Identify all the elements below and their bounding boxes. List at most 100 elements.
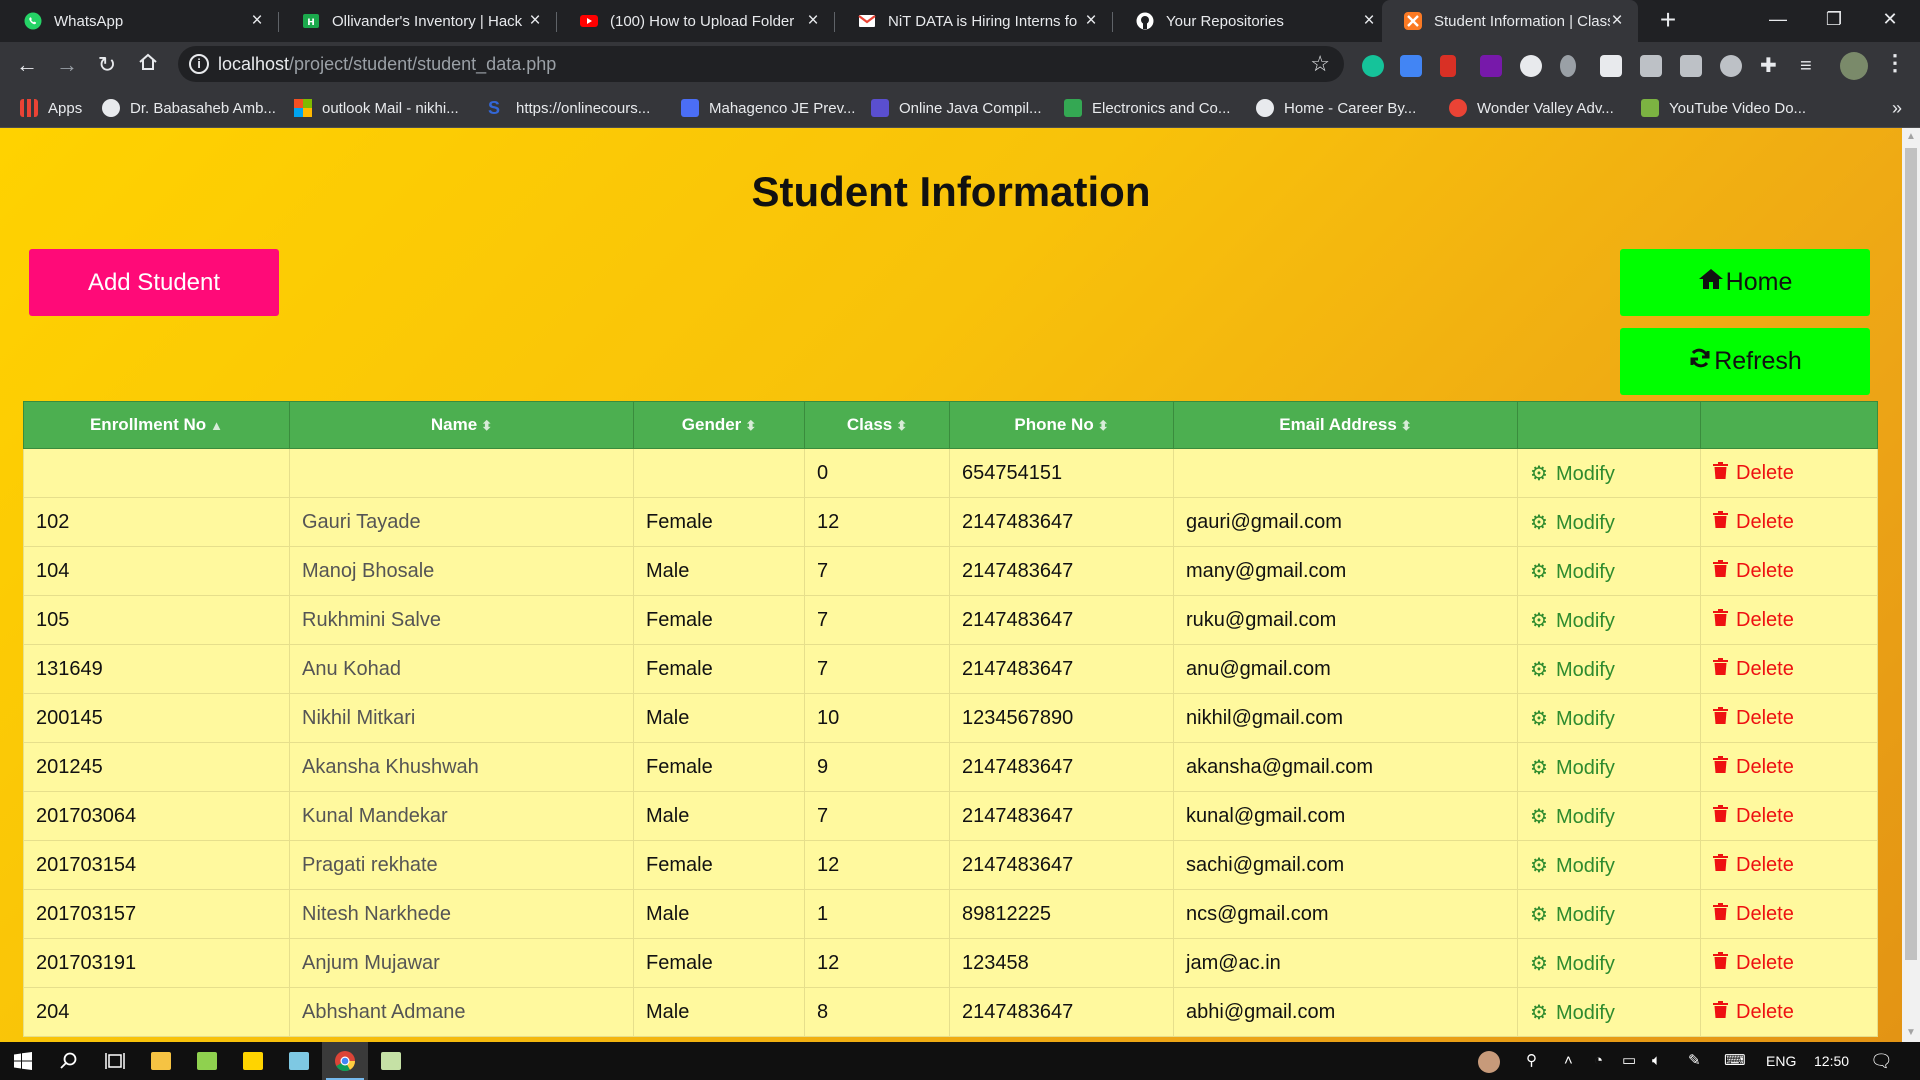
modify-link[interactable]: ⚙ Modify [1530, 708, 1615, 730]
photos-app-icon[interactable] [368, 1042, 414, 1080]
column-header-name[interactable]: Name ⬍ [289, 401, 634, 449]
bookmark-apps[interactable]: Apps [20, 88, 82, 128]
bookmark-java-compiler[interactable]: Online Java Compil... [871, 88, 1042, 128]
refresh-button[interactable]: Refresh [1620, 328, 1870, 395]
calendar-extension-icon[interactable] [1400, 55, 1422, 77]
delete-link[interactable]: Delete [1713, 559, 1794, 582]
tab-gmail[interactable]: NiT DATA is Hiring Interns fo × [834, 0, 1112, 42]
tab-github[interactable]: Your Repositories × [1112, 0, 1390, 42]
column-header-gender[interactable]: Gender ⬍ [633, 401, 805, 449]
modify-link[interactable]: ⚙ Modify [1530, 659, 1615, 681]
page-scrollbar[interactable]: ▲ ▼ [1902, 128, 1920, 1042]
speed-extension-icon[interactable] [1520, 55, 1542, 77]
restore-icon[interactable]: ❐ [1806, 0, 1862, 40]
delete-link[interactable]: Delete [1713, 951, 1794, 974]
modify-link[interactable]: ⚙ Modify [1530, 855, 1615, 877]
delete-link[interactable]: Delete [1713, 902, 1794, 925]
bookmark-star-icon[interactable]: ☆ [1310, 51, 1330, 77]
delete-link[interactable]: Delete [1713, 1000, 1794, 1023]
action-center-notification-icon[interactable]: 🗨︎ [1870, 1042, 1893, 1080]
tab-close-icon[interactable]: × [1082, 11, 1100, 30]
scroll-up-arrow-icon[interactable]: ▲ [1902, 128, 1920, 146]
tab-close-icon[interactable]: × [1360, 11, 1378, 30]
delete-link[interactable]: Delete [1713, 510, 1794, 533]
reload-icon[interactable]: ↻ [92, 50, 122, 80]
delete-link[interactable]: Delete [1713, 706, 1794, 729]
address-bar[interactable]: i localhost/project/student/student_data… [178, 46, 1344, 82]
bookmark-extension-icon[interactable] [1440, 55, 1456, 77]
bookmark-youtube-downloader[interactable]: YouTube Video Do... [1641, 88, 1806, 128]
home-button[interactable]: Home [1620, 249, 1870, 316]
input-language[interactable]: ENG [1766, 1042, 1796, 1080]
bookmark-mahagenco[interactable]: Mahagenco JE Prev... [681, 88, 855, 128]
windows-start-icon[interactable] [0, 1042, 46, 1080]
modify-link[interactable]: ⚙ Modify [1530, 561, 1615, 583]
file-explorer-icon[interactable] [138, 1042, 184, 1080]
people-icon[interactable]: ⚲ [1526, 1042, 1537, 1080]
more-bookmarks-icon[interactable]: » [1892, 98, 1902, 119]
tab-whatsapp[interactable]: WhatsApp × [0, 0, 278, 42]
sticky-notes-icon[interactable] [230, 1042, 276, 1080]
volume-icon[interactable]: 🔈︎ [1652, 1042, 1661, 1080]
bookmark-electronics[interactable]: Electronics and Co... [1064, 88, 1230, 128]
modify-link[interactable]: ⚙ Modify [1530, 463, 1615, 485]
browser-menu-icon[interactable]: ⋮ [1884, 52, 1906, 74]
modify-link[interactable]: ⚙ Modify [1530, 904, 1615, 926]
notepad-app-icon[interactable] [184, 1042, 230, 1080]
tab-youtube[interactable]: (100) How to Upload Folder × [556, 0, 834, 42]
pen-workspace-icon[interactable]: ✎ [1688, 1042, 1701, 1080]
user-avatar-icon[interactable] [1478, 1051, 1500, 1073]
tab-close-icon[interactable]: × [804, 11, 822, 30]
scrollbar-thumb[interactable] [1905, 148, 1917, 960]
modify-link[interactable]: ⚙ Modify [1530, 757, 1615, 779]
image-extension-icon[interactable] [1640, 55, 1662, 77]
tab-close-icon[interactable]: × [526, 11, 544, 30]
scroll-down-arrow-icon[interactable]: ▼ [1902, 1024, 1920, 1042]
task-view-icon[interactable] [92, 1042, 138, 1080]
delete-link[interactable]: Delete [1713, 853, 1794, 876]
bookmark-outlook[interactable]: outlook Mail - nikhi... [294, 88, 459, 128]
column-header-class[interactable]: Class ⬍ [804, 401, 950, 449]
media-queue-icon[interactable]: ≡ [1800, 55, 1822, 77]
column-header-enrollment[interactable]: Enrollment No ▲ [23, 401, 290, 449]
pdf-extension-icon[interactable] [1600, 55, 1622, 77]
site-info-icon[interactable]: i [189, 54, 209, 74]
tab-close-icon[interactable]: × [248, 11, 266, 30]
onenote-extension-icon[interactable] [1480, 55, 1502, 77]
chrome-taskbar-icon[interactable] [322, 1042, 368, 1080]
wifi-icon[interactable]: ◔ [1594, 1042, 1603, 1080]
back-arrow-icon[interactable]: ← [12, 50, 42, 80]
bookmark-wonder-valley[interactable]: Wonder Valley Adv... [1449, 88, 1614, 128]
compass-extension-icon[interactable] [1720, 55, 1742, 77]
clock-time[interactable]: 12:50 [1814, 1042, 1849, 1080]
modify-link[interactable]: ⚙ Modify [1530, 806, 1615, 828]
puzzle-extensions-icon[interactable]: ✚ [1760, 55, 1782, 77]
grammarly-extension-icon[interactable] [1362, 55, 1384, 77]
delete-link[interactable]: Delete [1713, 657, 1794, 680]
bookmark-onlinecourses[interactable]: S https://onlinecours... [488, 88, 650, 128]
delete-link[interactable]: Delete [1713, 804, 1794, 827]
bulb-extension-icon[interactable] [1560, 55, 1576, 77]
delete-link[interactable]: Delete [1713, 755, 1794, 778]
delete-link[interactable]: Delete [1713, 461, 1794, 484]
minimize-icon[interactable]: — [1750, 0, 1806, 40]
add-student-button[interactable]: Add Student [29, 249, 279, 316]
profile-avatar-icon[interactable] [1840, 52, 1868, 80]
close-window-icon[interactable]: ✕ [1862, 0, 1918, 40]
modify-link[interactable]: ⚙ Modify [1530, 512, 1615, 534]
touch-keyboard-icon[interactable]: ⌨ [1724, 1042, 1746, 1080]
column-header-phone[interactable]: Phone No ⬍ [949, 401, 1174, 449]
forward-arrow-icon[interactable]: → [52, 50, 82, 80]
tab-student-information[interactable]: Student Information | Class M × [1382, 0, 1638, 42]
tab-hackerrank[interactable]: H Ollivander's Inventory | Hack × [278, 0, 556, 42]
battery-icon[interactable]: ▭ [1622, 1042, 1636, 1080]
bookmark-babasaheb[interactable]: Dr. Babasaheb Amb... [102, 88, 276, 128]
home-icon[interactable] [133, 50, 163, 80]
delete-link[interactable]: Delete [1713, 608, 1794, 631]
modify-link[interactable]: ⚙ Modify [1530, 610, 1615, 632]
drive-extension-icon[interactable] [1680, 55, 1702, 77]
bookmark-career[interactable]: Home - Career By... [1256, 88, 1416, 128]
new-tab-plus-icon[interactable]: + [1655, 6, 1681, 36]
show-hidden-icons-chevron-icon[interactable]: ˄ [1564, 1042, 1573, 1080]
modify-link[interactable]: ⚙ Modify [1530, 953, 1615, 975]
